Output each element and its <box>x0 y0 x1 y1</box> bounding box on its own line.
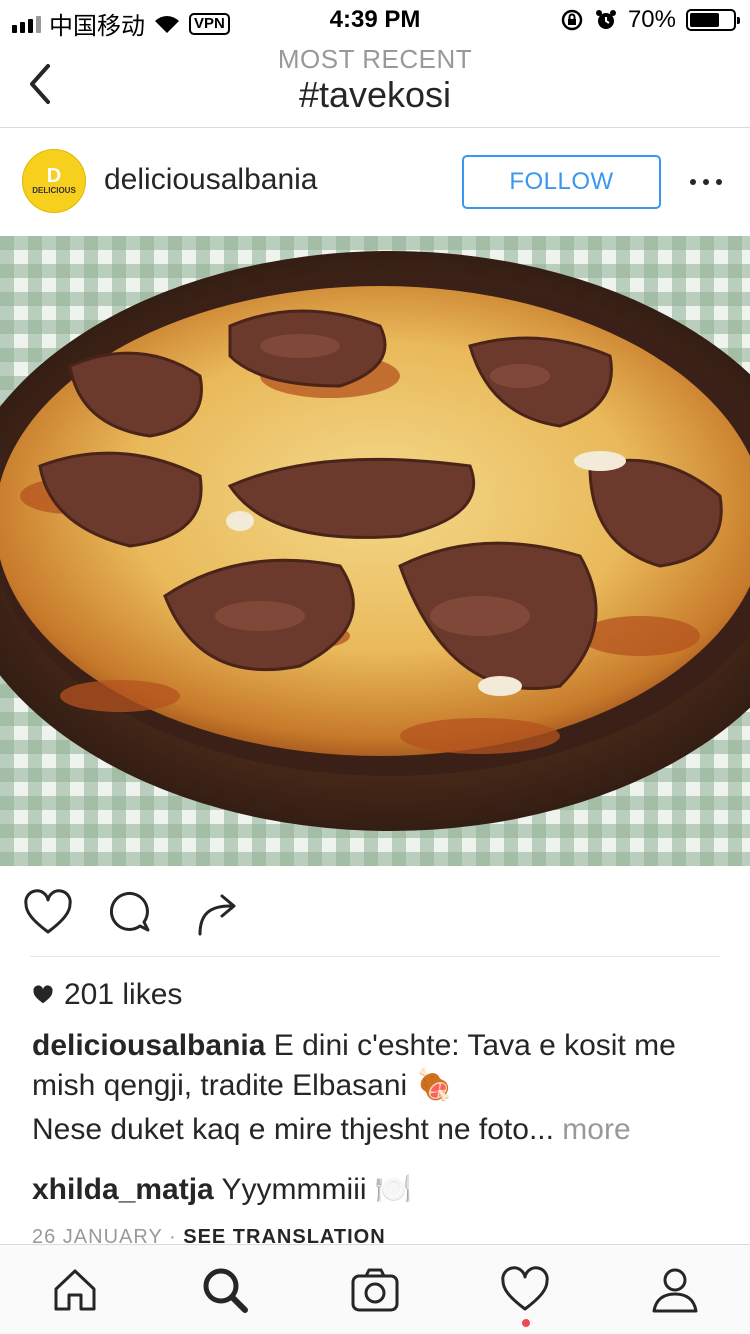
avatar-mark: D <box>46 165 62 187</box>
profile-icon[interactable] <box>648 1263 702 1317</box>
heart-icon[interactable] <box>498 1263 552 1317</box>
avatar-brand: DELICIOUS <box>32 186 76 195</box>
more-link[interactable]: more <box>562 1113 630 1146</box>
orientation-lock-icon <box>561 9 583 31</box>
alarm-icon <box>595 10 616 29</box>
likes-count[interactable]: 201 likes <box>32 978 182 1012</box>
more-options-icon[interactable] <box>690 167 722 197</box>
meta-separator: · <box>169 1226 177 1246</box>
post-username[interactable]: deliciousalbania <box>104 163 318 197</box>
status-bar: 中国移动 VPN 4:39 PM 70% <box>0 0 750 40</box>
see-translation-link[interactable]: SEE TRANSLATION <box>183 1226 385 1246</box>
follow-button[interactable]: FOLLOW <box>462 155 661 209</box>
post-header: D DELICIOUS deliciousalbania FOLLOW <box>0 129 750 235</box>
like-heart-icon[interactable] <box>20 886 76 942</box>
avatar[interactable]: D DELICIOUS <box>22 149 86 213</box>
comment-bubble-icon[interactable] <box>104 886 160 942</box>
comment-username[interactable]: xhilda_matja <box>32 1173 214 1206</box>
comment: xhilda_matja Yyymmmiii 🍽️ <box>32 1170 722 1210</box>
likes-heart-icon <box>33 985 53 1004</box>
notification-dot <box>522 1319 530 1327</box>
tab-bar <box>0 1244 750 1334</box>
caption-line2: Nese duket kaq e mire thjesht ne foto... <box>32 1113 554 1146</box>
camera-icon[interactable] <box>348 1263 402 1317</box>
caption-continued: Nese duket kaq e mire thjesht ne foto...… <box>32 1110 722 1150</box>
likes-text: 201 likes <box>64 978 183 1011</box>
action-row <box>0 880 750 950</box>
share-arrow-icon[interactable] <box>190 886 246 942</box>
search-icon[interactable] <box>198 1263 252 1317</box>
home-icon[interactable] <box>48 1263 102 1317</box>
post-photo[interactable] <box>0 236 750 866</box>
battery-icon <box>686 9 740 31</box>
caption: deliciousalbania E dini c'eshte: Tava e … <box>32 1026 722 1106</box>
header-subtitle: MOST RECENT <box>277 44 473 74</box>
page-title: #tavekosi <box>298 74 452 115</box>
battery-percent: 70% <box>627 6 676 33</box>
divider <box>30 956 720 957</box>
post-meta: 26 JANUARY · SEE TRANSLATION <box>32 1226 386 1246</box>
post-date: 26 JANUARY <box>32 1226 163 1246</box>
nav-header: MOST RECENT #tavekosi <box>0 40 750 128</box>
caption-username[interactable]: deliciousalbania <box>32 1029 265 1062</box>
comment-text: Yyymmmiii 🍽️ <box>221 1173 413 1206</box>
